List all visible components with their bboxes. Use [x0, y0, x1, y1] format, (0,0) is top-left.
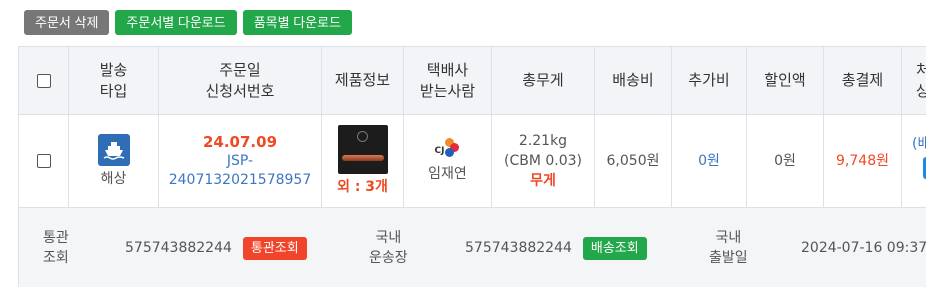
row-extra-fee: 0원	[672, 115, 747, 207]
order-number[interactable]: 2407132021578957	[169, 171, 312, 190]
header-checkbox-cell	[19, 47, 69, 114]
select-all-checkbox[interactable]	[36, 73, 51, 88]
domestic-waybill-label-line1: 국내	[375, 230, 402, 246]
header-shipping-fee: 배송비	[595, 47, 672, 114]
delivery-lookup-button[interactable]: 배송조회	[582, 236, 647, 260]
header-shipping-fee-label: 배송비	[612, 71, 654, 89]
departure-label-line2: 출발일	[709, 250, 748, 266]
customs-tracking: 575743882244 통관조회	[125, 208, 307, 287]
download-by-item-button[interactable]: 품목별 다운로드	[242, 10, 353, 35]
customs-lookup-button[interactable]: 통관조회	[242, 236, 307, 260]
row-order-info: 24.07.09 JSP- 2407132021578957	[159, 115, 322, 207]
header-extra-fee: 추가비	[672, 47, 747, 114]
toolbar: 주문서 삭제 주문서별 다운로드 품목별 다운로드	[24, 10, 353, 35]
customs-label-line2: 조회	[43, 250, 69, 266]
domestic-waybill-label: 국내 운송장	[369, 208, 408, 287]
header-status: 처 상	[902, 47, 926, 114]
row-ship-type: 해상	[69, 115, 159, 207]
row-courier: CJ 임재연	[404, 115, 492, 207]
departure-date-value: 2024-07-16 09:37	[801, 240, 926, 256]
product-thumbnail[interactable]	[337, 125, 388, 174]
extra-fee-value[interactable]: 0원	[698, 151, 720, 171]
status-text: (배	[912, 136, 926, 152]
delete-order-button[interactable]: 주문서 삭제	[24, 10, 110, 35]
shipping-fee-value: 6,050원	[606, 153, 660, 169]
total-payment-value: 9,748원	[836, 153, 889, 169]
header-order-date: 주문일 신청서번호	[159, 47, 322, 114]
order-number-prefix[interactable]: JSP-	[227, 152, 253, 171]
header-ship-type-line2: 타입	[99, 81, 128, 100]
weight-value: 2.21kg	[518, 133, 568, 149]
download-by-order-button[interactable]: 주문서별 다운로드	[115, 10, 237, 35]
header-courier: 택배사 받는사람	[404, 47, 492, 114]
header-status-line2: 상	[916, 81, 926, 102]
header-total: 총결제	[824, 47, 902, 114]
header-order-date-line2: 신청서번호	[205, 81, 275, 100]
departure-date: 2024-07-16 09:37	[801, 208, 926, 287]
row-discount: 0원	[747, 115, 824, 207]
table-header: 발송 타입 주문일 신청서번호 제품정보 택배사 받는사람 총무게 배송비 추가…	[19, 47, 926, 115]
cj-logo-icon: CJ	[435, 138, 459, 158]
row-shipping-fee: 6,050원	[595, 115, 672, 207]
header-product-label: 제품정보	[334, 71, 391, 89]
header-discount-label: 할인액	[764, 71, 806, 89]
customs-tracking-number: 575743882244	[125, 240, 232, 256]
discount-value: 0원	[774, 153, 796, 169]
departure-label-line1: 국내	[715, 230, 742, 246]
product-extra-count: 외 : 3개	[337, 179, 388, 195]
header-weight: 총무게	[492, 47, 595, 114]
header-status-line1: 처	[916, 60, 926, 81]
domestic-tracking: 575743882244 배송조회	[465, 208, 647, 287]
header-total-label: 총결제	[841, 71, 884, 89]
table-row: 해상 24.07.09 JSP- 2407132021578957 외 : 3개…	[19, 115, 926, 208]
domestic-tracking-number: 575743882244	[465, 240, 572, 256]
weight-basis-tag: 무게	[530, 173, 556, 189]
header-ship-type: 발송 타입	[69, 47, 159, 114]
row-weight: 2.21kg (CBM 0.03) 무게	[492, 115, 595, 207]
customs-label: 통관 조회	[43, 208, 69, 287]
domestic-waybill-label-line2: 운송장	[369, 250, 408, 266]
ship-type-label: 해상	[100, 170, 127, 187]
tracking-footer: 통관 조회 575743882244 통관조회 국내 운송장 575743882…	[19, 208, 926, 287]
row-product: 외 : 3개	[322, 115, 404, 207]
ship-icon	[97, 133, 130, 166]
order-date: 24.07.09	[202, 133, 278, 151]
cbm-value: (CBM 0.03)	[503, 153, 582, 169]
header-order-date-line1: 주문일	[219, 60, 261, 79]
departure-label: 국내 출발일	[709, 208, 748, 287]
header-product: 제품정보	[322, 47, 404, 114]
header-discount: 할인액	[747, 47, 824, 114]
customs-label-line1: 통관	[43, 230, 69, 246]
header-courier-line1: 택배사	[426, 60, 469, 79]
row-select-checkbox[interactable]	[36, 154, 51, 168]
header-extra-fee-label: 추가비	[688, 71, 730, 89]
header-ship-type-line1: 발송	[99, 60, 128, 79]
header-weight-label: 총무게	[522, 71, 564, 89]
row-total: 9,748원	[824, 115, 902, 207]
header-courier-line2: 받는사람	[419, 81, 476, 100]
receiver-name: 임재연	[428, 166, 467, 182]
row-checkbox-cell	[19, 115, 69, 207]
order-table: 발송 타입 주문일 신청서번호 제품정보 택배사 받는사람 총무게 배송비 추가…	[18, 46, 926, 287]
